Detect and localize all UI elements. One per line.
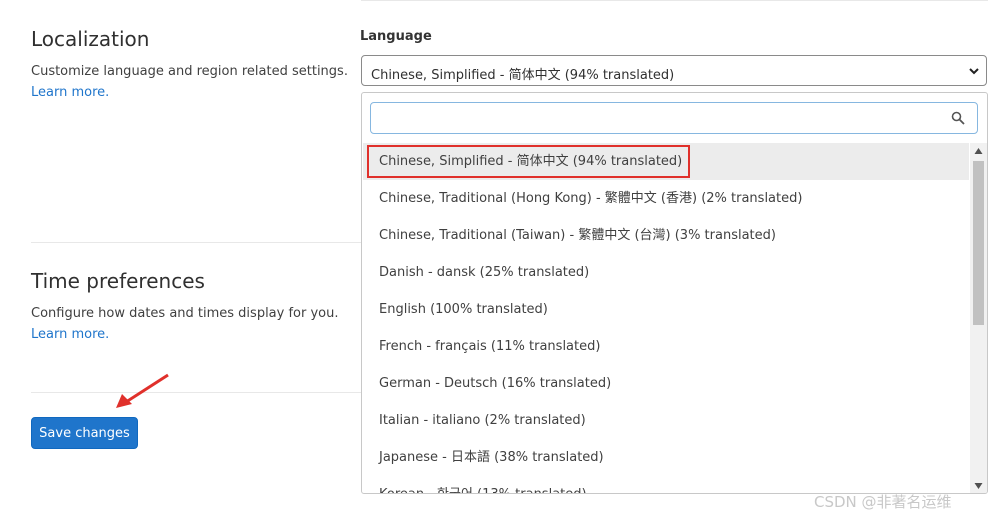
annotation-arrow-icon xyxy=(116,373,169,408)
language-option[interactable]: Chinese, Traditional (Taiwan) - 繁體中文 (台灣… xyxy=(363,217,969,254)
language-option[interactable]: Chinese, Traditional (Hong Kong) - 繁體中文 … xyxy=(363,180,969,217)
dropdown-scrollbar[interactable] xyxy=(970,143,987,493)
language-select-value: Chinese, Simplified - 简体中文 (94% translat… xyxy=(371,68,675,83)
time-preferences-title: Time preferences xyxy=(31,269,205,293)
localization-learn-more-link[interactable]: Learn more. xyxy=(31,85,109,100)
search-icon xyxy=(951,111,965,125)
chevron-down-icon xyxy=(969,68,979,75)
watermark: CSDN @非著名运维 xyxy=(814,493,952,511)
language-option[interactable]: German - Deutsch (16% translated) xyxy=(363,365,969,402)
section-divider xyxy=(31,242,361,243)
language-dropdown: Chinese, Simplified - 简体中文 (94% translat… xyxy=(361,92,988,494)
language-option[interactable]: Italian - italiano (2% translated) xyxy=(363,402,969,439)
language-search-input[interactable] xyxy=(370,102,978,134)
save-changes-button[interactable]: Save changes xyxy=(31,417,138,449)
language-option[interactable]: French - français (11% translated) xyxy=(363,328,969,365)
footer-divider xyxy=(31,392,361,393)
localization-description: Customize language and region related se… xyxy=(31,61,348,103)
scroll-down-arrow-icon[interactable] xyxy=(974,482,983,490)
language-option[interactable]: Chinese, Simplified - 简体中文 (94% translat… xyxy=(363,143,969,180)
language-option[interactable]: English (100% translated) xyxy=(363,291,969,328)
scrollbar-thumb[interactable] xyxy=(973,161,984,325)
language-label: Language xyxy=(360,29,432,44)
localization-title: Localization xyxy=(31,27,150,51)
localization-description-text: Customize language and region related se… xyxy=(31,64,348,79)
language-option[interactable]: Japanese - 日本語 (38% translated) xyxy=(363,439,969,476)
language-option[interactable]: Danish - dansk (25% translated) xyxy=(363,254,969,291)
scroll-up-arrow-icon[interactable] xyxy=(974,147,983,155)
top-divider xyxy=(361,0,988,1)
time-preferences-description-text: Configure how dates and times display fo… xyxy=(31,306,339,321)
time-preferences-description: Configure how dates and times display fo… xyxy=(31,303,339,345)
language-select[interactable]: Chinese, Simplified - 简体中文 (94% translat… xyxy=(361,55,987,86)
language-options-list: Chinese, Simplified - 简体中文 (94% translat… xyxy=(363,143,969,493)
time-preferences-learn-more-link[interactable]: Learn more. xyxy=(31,327,109,342)
